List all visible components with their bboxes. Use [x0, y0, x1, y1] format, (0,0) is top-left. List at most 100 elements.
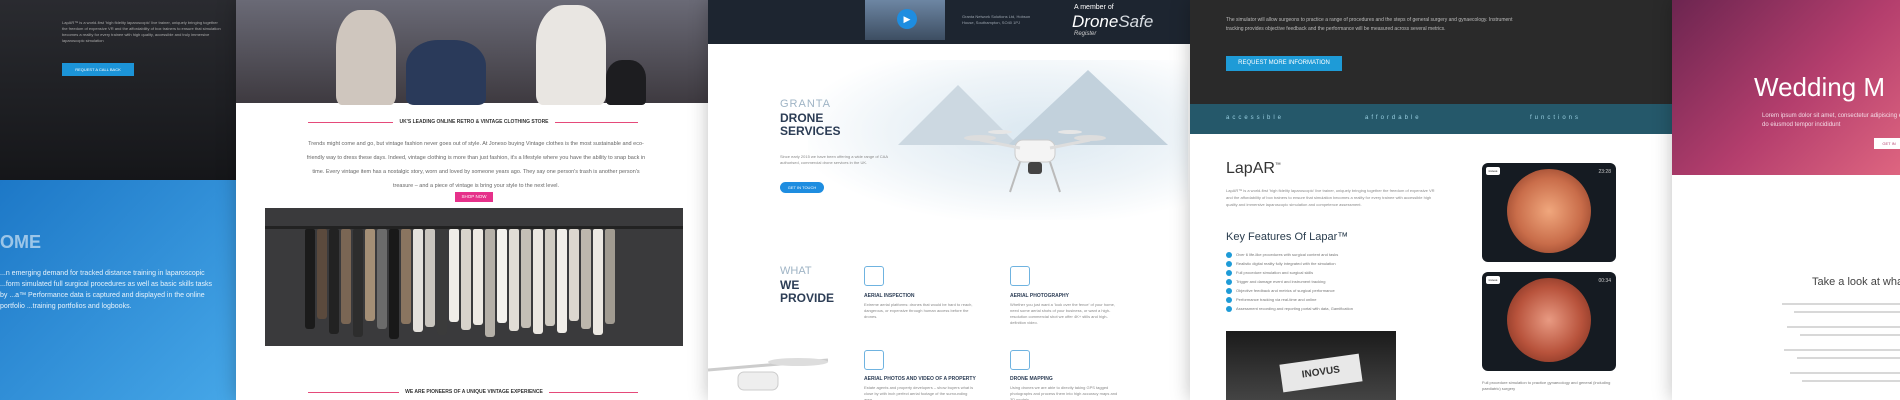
surgical-view: [1507, 169, 1591, 253]
dronesafe-logo-a: Drone: [1072, 12, 1119, 31]
chair-figure: [606, 60, 646, 105]
panel-lapar-left: LapAR™ is a world-first 'high fidelity l…: [0, 0, 240, 400]
garment: [509, 229, 519, 331]
check-icon: [1226, 269, 1232, 276]
garment: [449, 229, 459, 322]
hero-photo: [236, 0, 712, 105]
company-address: Granta Network Solutions Ltd, Hobson Hou…: [962, 14, 1031, 25]
garment: [545, 229, 555, 326]
features-title: Key Features Of Lapar™: [1226, 231, 1349, 243]
feature-item: Assessment recording and reporting porta…: [1226, 304, 1456, 313]
feature-item-text: Over 6 life-like procedures with surgica…: [1236, 252, 1339, 257]
garment: [389, 229, 399, 339]
text-line: [1784, 349, 1900, 351]
play-icon[interactable]: ▶: [897, 9, 917, 29]
clothing-rack-photo: [265, 208, 683, 346]
garment: [497, 229, 507, 323]
service-desc: Estate agents and property developers – …: [864, 385, 974, 400]
service-desc: Whether you just want a 'look over the f…: [1010, 302, 1115, 325]
tablet-screen: inovus 00:34: [1482, 272, 1616, 371]
feature-item-text: Full procedure simulation and surgical s…: [1236, 270, 1314, 275]
feature-list: Over 6 life-like procedures with surgica…: [1226, 250, 1456, 313]
page-title-line-2: SERVICES: [780, 124, 841, 138]
get-in-touch-button[interactable]: GET IN TOUCH: [780, 182, 824, 193]
tablet-screen: inovus 23:28: [1482, 163, 1616, 262]
feature-item-text: Objective feedback and metrics of surgic…: [1236, 288, 1335, 293]
text-line: [1790, 372, 1900, 374]
feature-item: Trigger and damage event and instrument …: [1226, 277, 1456, 286]
garment: [317, 229, 327, 319]
inspection-icon: [864, 266, 884, 286]
service-title: AERIAL INSPECTION: [864, 293, 915, 299]
get-in-touch-button[interactable]: GET IN: [1874, 138, 1900, 149]
service-desc: Extreme aerial platforms: drones that wo…: [864, 302, 973, 319]
check-icon: [1226, 296, 1232, 303]
text-line: [1782, 303, 1900, 305]
dronesafe-register: Register: [1074, 31, 1097, 37]
garment: [581, 229, 591, 329]
section-title: UK'S LEADING ONLINE RETRO & VINTAGE CLOT…: [393, 119, 555, 125]
garment: [605, 229, 615, 324]
check-icon: [1226, 260, 1232, 267]
service-title: AERIAL PHOTOS AND VIDEO OF A PROPERTY: [864, 376, 976, 382]
tablet-logo: inovus: [1486, 167, 1500, 175]
timer-display: 00:34: [1598, 278, 1611, 284]
strip-word: functions: [1530, 115, 1582, 121]
garment: [473, 229, 483, 325]
section-heading: OME: [0, 232, 42, 252]
garment: [437, 229, 447, 335]
garment: [593, 229, 603, 335]
dronesafe-logo-b: Safe: [1118, 12, 1154, 31]
garment: [353, 229, 363, 337]
panel-lapar: The simulator will allow surgeons to pra…: [1190, 0, 1675, 400]
image-caption: Full procedure simulation to practice gy…: [1482, 380, 1611, 391]
photography-icon: [1010, 266, 1030, 286]
mapping-icon: [1010, 350, 1030, 370]
garment: [341, 229, 351, 324]
feature-item: Performance tracking via real-time and o…: [1226, 295, 1456, 304]
product-video[interactable]: INOVUS: [1226, 331, 1396, 400]
property-icon: [864, 350, 884, 370]
check-icon: [1226, 251, 1232, 258]
jeans-figure: [406, 40, 486, 105]
request-callback-button[interactable]: REQUEST A CALL BACK: [62, 63, 134, 76]
panel-wedding: Wedding M Lorem ipsum dolor sit amet, co…: [1672, 0, 1900, 400]
garment: [569, 229, 579, 321]
shop-now-button[interactable]: SHOP NOW: [455, 192, 493, 202]
product-description: LapAR™ is a world-first 'high fidelity l…: [1226, 188, 1435, 207]
panel-drone-services: ▶ Granta Network Solutions Ltd, Hobson H…: [708, 0, 1193, 400]
garment: [521, 229, 531, 328]
dronesafe-logo: DroneSafe: [1072, 12, 1153, 32]
timer-display: 23:28: [1598, 169, 1611, 175]
lapar-logo-text: LapAR: [1226, 160, 1275, 177]
person-figure: [536, 5, 606, 105]
drone-image-grey: [708, 358, 829, 391]
feature-item: Objective feedback and metrics of surgic…: [1226, 286, 1456, 295]
service-title: AERIAL PHOTOGRAPHY: [1010, 293, 1069, 299]
person-figure: [336, 10, 396, 105]
section-title: Take a look at what: [1812, 276, 1900, 288]
request-info-button[interactable]: REQUEST MORE INFORMATION: [1226, 56, 1342, 71]
lapar-logo-tm: ™: [1274, 162, 1281, 169]
intro-text: LapAR™ is a world-first 'high fidelity l…: [62, 20, 221, 43]
feature-item-text: Assessment recording and reporting porta…: [1236, 306, 1353, 311]
feature-item-text: Trigger and damage event and instrument …: [1236, 279, 1326, 284]
text-line: [1787, 326, 1900, 328]
garment: [305, 229, 315, 329]
check-icon: [1226, 287, 1232, 294]
garment: [401, 229, 411, 324]
tablet-logo: inovus: [1486, 276, 1500, 284]
check-icon: [1226, 278, 1232, 285]
check-icon: [1226, 305, 1232, 312]
section-title-wrap: UK'S LEADING ONLINE RETRO & VINTAGE CLOT…: [236, 119, 712, 125]
hero-text: Lorem ipsum dolor sit amet, consectetur …: [1762, 113, 1900, 128]
text-line: [1800, 334, 1900, 336]
section-title-provide: PROVIDE: [780, 291, 835, 305]
garment: [425, 229, 435, 327]
garment: [365, 229, 375, 321]
garment: [557, 229, 567, 333]
garment: [533, 229, 543, 334]
strip-word: affordable: [1365, 115, 1422, 121]
section-title: WE PROVIDE: [780, 279, 834, 305]
surgical-view: [1507, 278, 1591, 362]
